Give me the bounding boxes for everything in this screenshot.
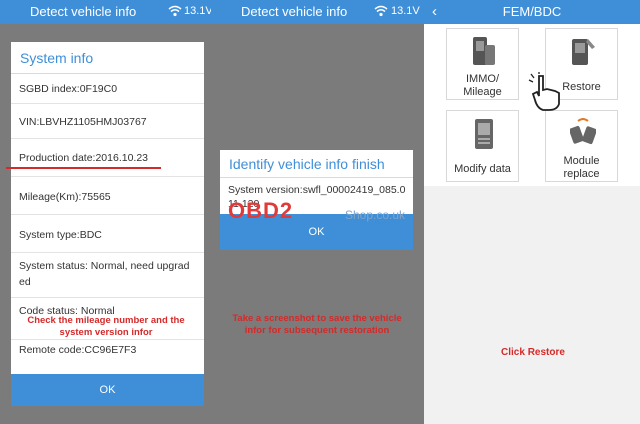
module-replace-button[interactable]: Module replace xyxy=(545,110,618,182)
key-device-icon xyxy=(473,37,495,65)
top-bar: Detect vehicle info 13.1V xyxy=(0,0,211,24)
watermark-logo: OBD2 xyxy=(228,198,294,223)
top-bar: ‹ FEM/BDC xyxy=(424,0,640,24)
tile-label-line2: replace xyxy=(563,168,600,180)
wifi-icon xyxy=(374,5,388,17)
annotation-click-restore: Click Restore xyxy=(501,347,565,358)
vin-row: VIN:LBVHZ1105HMJ03767 xyxy=(11,104,204,139)
voltage-readout: 13.1V xyxy=(184,5,211,17)
annotation-check-mileage: Check the mileage number and the system … xyxy=(27,315,185,338)
immo-mileage-button[interactable]: IMMO/ Mileage xyxy=(446,28,519,100)
system-info-dialog: System info SGBD index:0F19C0 VIN:LBVHZ1… xyxy=(11,42,204,406)
mileage-highlight-underline xyxy=(6,167,161,169)
system-status-row: System status: Normal, need upgrad ed xyxy=(11,253,204,298)
dialog-title: System info xyxy=(11,42,204,74)
dialog-title: Identify vehicle info finish xyxy=(220,150,413,178)
swap-module-icon xyxy=(570,118,596,145)
module-icon xyxy=(475,119,493,149)
voltage-readout: 13.1V xyxy=(391,5,420,17)
annotation-screenshot: Take a screenshot to save the vehicle in… xyxy=(232,313,402,336)
sgbd-index-row: SGBD index:0F19C0 xyxy=(11,74,204,104)
remote-code-row: Remote code:CC96E7F3 xyxy=(19,344,137,356)
tile-label: Module xyxy=(563,155,600,167)
detect-vehicle-info-panel: Detect vehicle info 13.1V System info SG… xyxy=(0,0,211,424)
tile-label: IMMO/ xyxy=(466,73,499,85)
hand-pointer-icon xyxy=(528,72,560,111)
tile-label: Modify data xyxy=(454,163,511,175)
wifi-icon xyxy=(168,5,182,17)
fem-bdc-menu-panel: ‹ FEM/BDC IMMO/ Mileage Restore Modify d… xyxy=(424,0,640,424)
ok-button[interactable]: OK xyxy=(11,374,204,406)
wrench-device-icon xyxy=(572,39,595,65)
modify-data-button[interactable]: Modify data xyxy=(446,110,519,182)
system-type-row: System type:BDC xyxy=(11,215,204,253)
topbar-title: FEM/BDC xyxy=(502,4,562,19)
top-bar: Detect vehicle info 13.1V xyxy=(211,0,424,24)
production-date-row: Production date:2016.10.23 xyxy=(11,139,204,177)
mileage-row: Mileage(Km):75565 xyxy=(11,177,204,215)
tile-label-line2: Mileage xyxy=(463,86,502,98)
watermark-shop-text: Shop.co.uk xyxy=(345,208,406,222)
